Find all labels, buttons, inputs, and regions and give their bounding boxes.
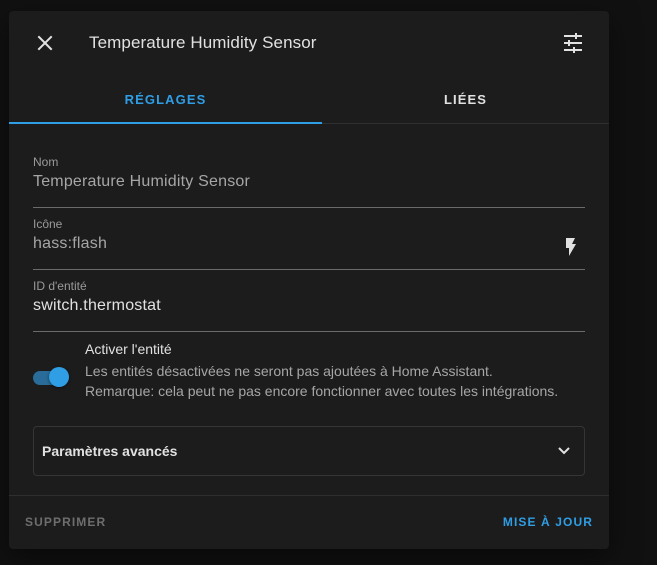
dialog-tabs: RÉGLAGES LIÉES <box>9 75 609 124</box>
enable-entity-toggle[interactable] <box>33 367 69 387</box>
entity-id-field-value: switch.thermostat <box>33 297 161 314</box>
entity-settings-dialog: Temperature Humidity Sensor RÉGLAGES LIÉ… <box>9 11 609 549</box>
flash-icon <box>566 238 576 256</box>
advanced-settings-label: Paramètres avancés <box>42 443 178 459</box>
tab-label: RÉGLAGES <box>124 91 207 107</box>
dialog-header: Temperature Humidity Sensor <box>9 11 609 75</box>
enable-entity-title: Activer l'entité <box>85 341 172 357</box>
footer-divider <box>9 495 609 496</box>
chevron-down-icon <box>558 447 570 455</box>
entity-id-field[interactable]: ID d'entité switch.thermostat <box>33 279 585 332</box>
delete-button[interactable]: SUPPRIMER <box>25 515 106 529</box>
tab-liees[interactable]: LIÉES <box>309 75 609 123</box>
update-button[interactable]: MISE À JOUR <box>503 515 593 529</box>
active-tab-indicator <box>9 122 322 124</box>
advanced-settings-button[interactable] <box>559 29 587 57</box>
tab-reglages[interactable]: RÉGLAGES <box>9 75 322 124</box>
toggle-thumb <box>49 367 69 387</box>
tab-label: LIÉES <box>443 91 488 107</box>
advanced-settings-expander[interactable]: Paramètres avancés <box>33 426 585 476</box>
dialog-title: Temperature Humidity Sensor <box>89 33 317 52</box>
close-button[interactable] <box>31 29 59 57</box>
tune-icon <box>564 33 582 53</box>
icon-field-label: Icône <box>33 217 63 231</box>
enable-entity-description: Les entités désactivées ne seront pas aj… <box>85 363 559 399</box>
close-icon <box>37 35 53 51</box>
name-field-label: Nom <box>33 155 59 169</box>
entity-id-field-label: ID d'entité <box>33 279 87 293</box>
icon-field-placeholder: hass:flash <box>33 235 108 252</box>
name-field-placeholder: Temperature Humidity Sensor <box>33 173 251 190</box>
name-field[interactable]: Nom Temperature Humidity Sensor <box>33 155 585 208</box>
icon-field[interactable]: Icône hass:flash <box>33 217 585 270</box>
